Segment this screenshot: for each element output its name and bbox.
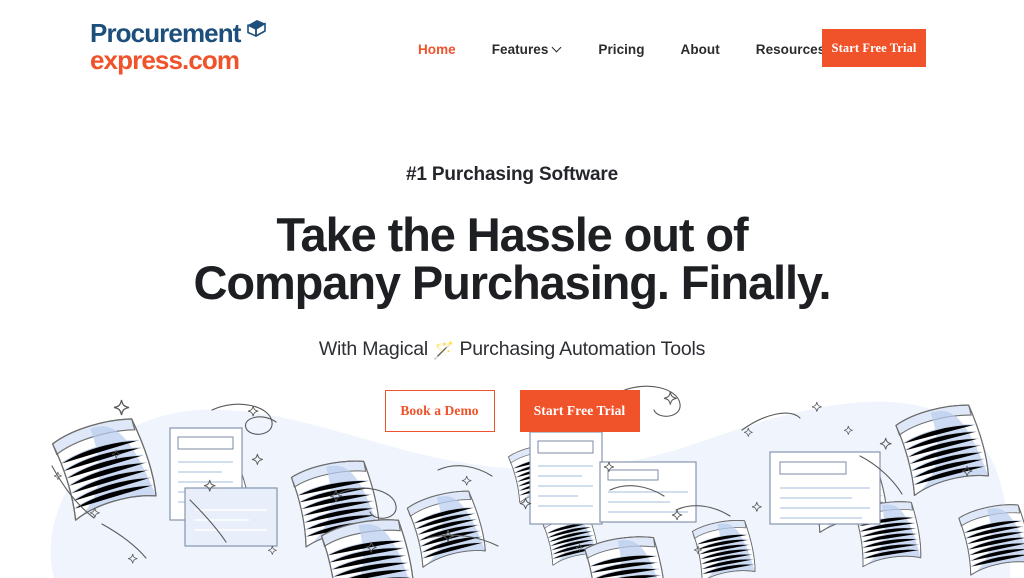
page-title: Take the Hassle out of Company Purchasin… (0, 211, 1024, 307)
hero-cta-group: Book a Demo Start Free Trial (0, 390, 1024, 432)
hero-section: #1 Purchasing Software Take the Hassle o… (0, 96, 1024, 432)
hero-eyebrow: #1 Purchasing Software (405, 164, 619, 185)
nav-item-home[interactable]: Home (400, 38, 474, 61)
landing-page: Procurement express.com Home Features Pr… (0, 0, 1024, 578)
headline-line-2: Company Purchasing. Finally. (193, 256, 832, 309)
nav-item-features[interactable]: Features (474, 38, 581, 61)
nav-label: About (680, 42, 720, 57)
book-a-demo-button[interactable]: Book a Demo (384, 390, 495, 432)
header-start-free-trial-button[interactable]: Start Free Trial (822, 29, 926, 67)
nav-item-about[interactable]: About (663, 38, 738, 61)
brand-name-primary: Procurement (90, 18, 241, 48)
nav-label: Resources (755, 42, 826, 57)
site-header: Procurement express.com Home Features Pr… (0, 0, 1024, 96)
chevron-down-icon (553, 44, 562, 53)
hero-subheading: With Magical 🪄 Purchasing Automation Too… (0, 338, 1024, 361)
brand-name-secondary: express.com (90, 45, 240, 75)
nav-label: Pricing (598, 42, 645, 57)
nav-label: Features (491, 42, 549, 57)
magic-wand-icon: 🪄 (433, 341, 455, 360)
nav-item-pricing[interactable]: Pricing (580, 38, 662, 61)
nav-label: Home (418, 42, 456, 57)
brand-logo[interactable]: Procurement express.com (90, 18, 266, 76)
hero-start-free-trial-button[interactable]: Start Free Trial (519, 390, 640, 432)
subheading-text-after: Purchasing Automation Tools (459, 338, 706, 360)
headline-line-1: Take the Hassle out of (276, 208, 748, 261)
subheading-text-before: With Magical (318, 338, 429, 360)
cube-icon (244, 17, 268, 39)
